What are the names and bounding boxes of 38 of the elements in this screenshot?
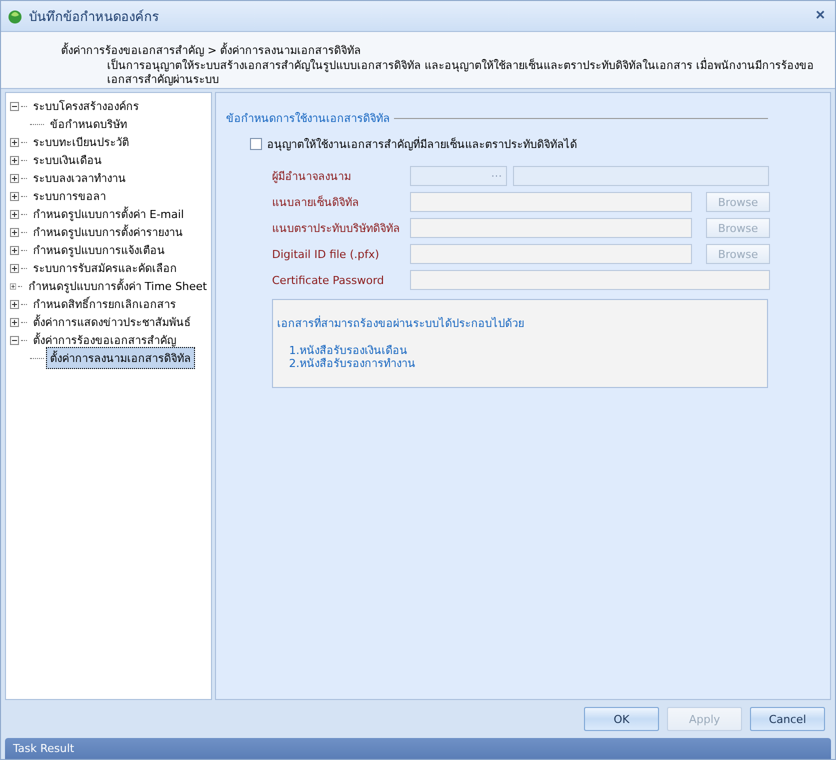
input-field[interactable] — [513, 166, 769, 186]
field-label: ผู้มีอำนาจลงนาม — [272, 169, 352, 185]
expand-icon[interactable] — [10, 264, 19, 272]
expand-icon[interactable] — [10, 138, 19, 146]
description: เป็นการอนุญาตให้ระบบสร้างเอกสารสำคัญในรูปแบบเอกสารดิจิทัล และอนุญาตให้ใช้ลายเซ็นและตราประทับดิจิทัลในเอกสาร เมื่อพนักงานมีการร้องขอเอกสารสำคัญผ่านระบบ — [106, 59, 815, 87]
expand-icon[interactable] — [10, 174, 19, 182]
input-field[interactable] — [410, 192, 692, 212]
input-field[interactable] — [410, 218, 692, 238]
collapse-icon[interactable] — [10, 336, 19, 344]
field-label: แนบตราประทับบริษัทดิจิทัล — [272, 221, 401, 237]
dialog-button[interactable]: OK — [584, 707, 659, 731]
expand-icon[interactable] — [10, 246, 19, 254]
info-item: 2.หนังสือรับรองการทำงาน — [288, 357, 416, 370]
expand-icon[interactable] — [10, 318, 19, 326]
field-label: Certificate Password — [272, 274, 386, 286]
collapse-icon[interactable] — [10, 102, 19, 110]
expand-icon[interactable] — [10, 192, 19, 200]
section-title: ข้อกำหนดการใช้งานเอกสารดิจิทัล — [226, 111, 390, 127]
input-field[interactable] — [410, 244, 692, 264]
checkbox-label: อนุญาตให้ใช้งานเอกสารสำคัญที่มีลายเซ็นและตราประทับดิจิทัลได้ — [267, 136, 577, 153]
expand-icon[interactable] — [10, 210, 19, 218]
expand-icon[interactable] — [10, 156, 19, 164]
tree-item[interactable]: ตั้งค่าการลงนามเอกสารดิจิทัล — [46, 347, 195, 369]
expand-icon[interactable] — [10, 282, 16, 290]
info-item: 1.หนังสือรับรองเงินเดือน — [288, 344, 408, 357]
checkbox[interactable] — [250, 138, 262, 150]
field-label: Digitail ID file (.pfx) — [272, 248, 380, 260]
window-title: บันทึกข้อกำหนดองค์กร — [29, 8, 160, 26]
expand-icon[interactable] — [10, 228, 19, 236]
dialog-button[interactable]: Cancel — [750, 707, 825, 731]
info-title: เอกสารที่สามารถร้องขอผ่านระบบได้ประกอบไปด้วย — [277, 314, 525, 332]
breadcrumb: ตั้งค่าการร้องขอเอกสารสำคัญ > ตั้งค่าการลงนามเอกสารดิจิทัล — [61, 42, 362, 58]
expand-icon[interactable] — [10, 300, 19, 308]
close-button[interactable]: × — [814, 7, 827, 25]
status-title: Task Result — [13, 742, 74, 755]
app-logo-icon — [7, 8, 23, 24]
field-label: แนบลายเซ็นดิจิทัล — [272, 194, 360, 211]
input-field[interactable] — [410, 270, 770, 290]
